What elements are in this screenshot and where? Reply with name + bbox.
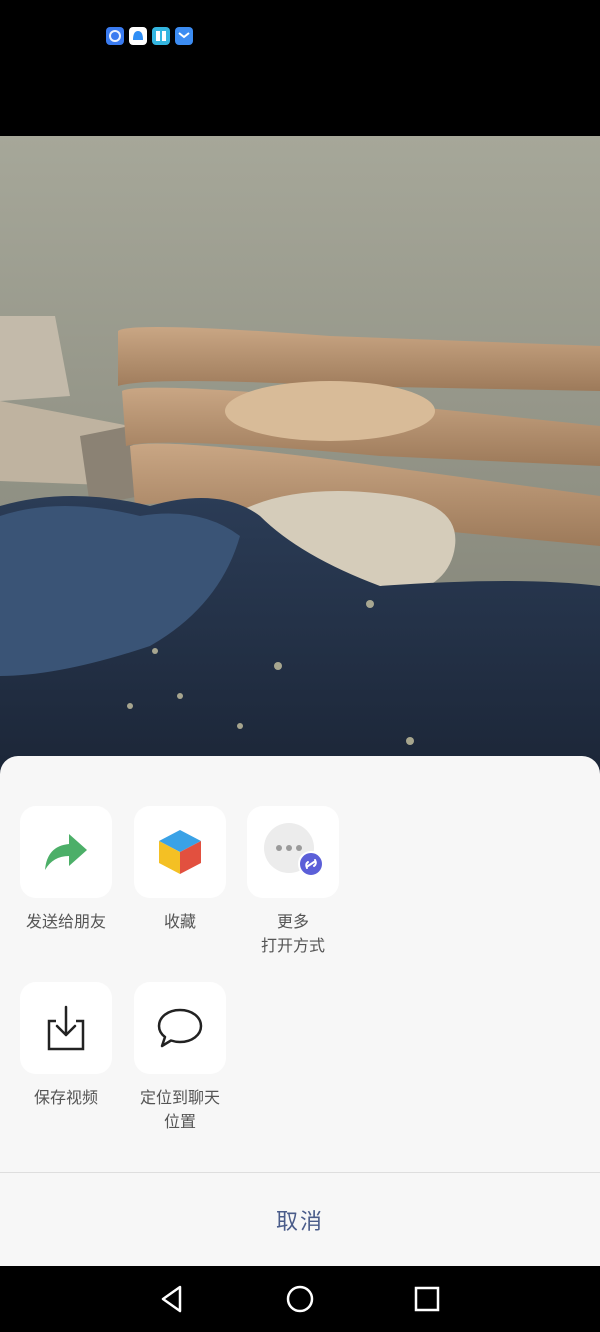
- more-open-with-action[interactable]: 更多 打开方式: [246, 806, 340, 958]
- system-nav-bar: [0, 1266, 600, 1332]
- favorite-cube-icon: [159, 830, 201, 874]
- app-notification-icon: [152, 27, 170, 45]
- action-label: 收藏: [163, 912, 196, 931]
- action-label: 发送给朋友: [25, 912, 106, 931]
- app-notification-icon: [129, 27, 147, 45]
- send-to-friend-action[interactable]: 发送给朋友: [19, 806, 113, 934]
- chat-bubble-icon: [157, 1008, 203, 1048]
- action-label: 更多 打开方式: [260, 912, 325, 955]
- share-sheet: 发送给朋友 收藏 更多 打开方式 保存视频 定位到聊天 位置 取消: [0, 756, 600, 1266]
- home-icon[interactable]: [283, 1282, 317, 1316]
- locate-in-chat-action[interactable]: 定位到聊天 位置: [133, 982, 227, 1134]
- bedroom-photo[interactable]: [0, 136, 600, 786]
- recents-icon[interactable]: [410, 1282, 444, 1316]
- status-bar: [0, 0, 600, 80]
- back-icon[interactable]: [155, 1282, 189, 1316]
- screen: 发送给朋友 收藏 更多 打开方式 保存视频 定位到聊天 位置 取消: [0, 0, 600, 1332]
- save-video-tile[interactable]: [20, 982, 112, 1074]
- app-notification-icon: [175, 27, 193, 45]
- save-download-icon: [47, 1005, 85, 1051]
- more-open-with-icon: [264, 823, 323, 877]
- action-label: 保存视频: [33, 1088, 98, 1107]
- cancel-button[interactable]: 取消: [0, 1173, 600, 1266]
- save-video-action[interactable]: 保存视频: [19, 982, 113, 1110]
- action-label: 定位到聊天 位置: [139, 1088, 220, 1131]
- app-notification-icon: [106, 27, 124, 45]
- favorite-tile[interactable]: [134, 806, 226, 898]
- send-to-friend-tile[interactable]: [20, 806, 112, 898]
- more-open-with-tile[interactable]: [247, 806, 339, 898]
- share-forward-icon: [45, 834, 87, 870]
- locate-in-chat-tile[interactable]: [134, 982, 226, 1074]
- favorite-action[interactable]: 收藏: [133, 806, 227, 934]
